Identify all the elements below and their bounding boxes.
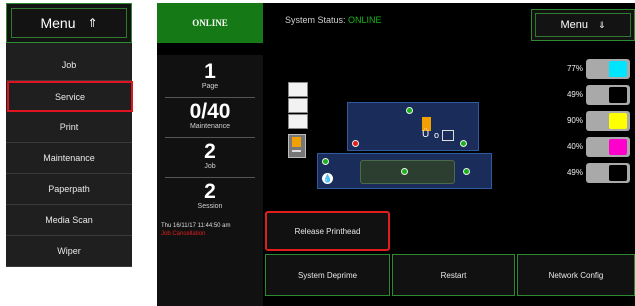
page-count: 1 xyxy=(204,60,216,83)
job-status-text: Job Cancellation xyxy=(161,231,206,237)
main-screen: ONLINE System Status: ONLINE Menu ⇓ 1 Pa… xyxy=(157,3,635,306)
ink-level-black-2: 49% xyxy=(553,163,633,185)
platen-unit: 💧 xyxy=(317,153,492,189)
job-label: Job xyxy=(204,163,216,170)
online-status-box: ONLINE xyxy=(157,3,263,43)
system-status-label: System Status: xyxy=(285,15,346,25)
system-status: System Status: ONLINE xyxy=(285,15,382,25)
ink-cartridge-icon xyxy=(586,85,630,105)
menu-button[interactable]: Menu ⇑ xyxy=(6,3,132,43)
menu-list: Job Service Print Maintenance Paperpath … xyxy=(6,50,133,267)
ink-percent: 90% xyxy=(566,116,583,125)
menu-button-inner: Menu ⇑ xyxy=(11,8,127,38)
paper-tray-icon xyxy=(288,98,308,113)
ink-level-yellow: 90% xyxy=(553,111,633,133)
arrow-down-icon: ⇓ xyxy=(597,19,606,30)
job-count: 2 xyxy=(204,140,216,163)
divider xyxy=(165,177,255,178)
carriage-symbol: Ü xyxy=(422,129,430,140)
menu-item-maintenance[interactable]: Maintenance xyxy=(6,143,132,174)
menu-item-job[interactable]: Job xyxy=(6,50,132,81)
ink-fill xyxy=(609,61,627,77)
platen-slot xyxy=(360,160,455,184)
ink-fill xyxy=(609,165,627,181)
printhead-carriage: Ü o xyxy=(347,102,479,151)
status-dot-icon xyxy=(352,140,359,147)
menu-item-service[interactable]: Service xyxy=(7,81,133,112)
date-time: Thu 16/11/17 11:44:50 am xyxy=(161,223,231,229)
status-dot-icon xyxy=(322,158,329,165)
page-label: Page xyxy=(201,83,219,90)
carriage-box xyxy=(442,130,454,141)
left-menu-panel: Menu ⇑ Job Service Print Maintenance Pap… xyxy=(6,3,133,267)
divider xyxy=(165,97,255,98)
counters-panel: 1 Page 0/40 Maintenance 2 Job 2 Session … xyxy=(157,55,263,306)
menu-dropdown-label: Menu xyxy=(560,19,588,31)
ink-drop-icon: 💧 xyxy=(322,173,333,184)
status-dot-icon xyxy=(460,140,467,147)
restart-button[interactable]: Restart xyxy=(392,254,515,296)
ink-fill xyxy=(609,139,627,155)
menu-item-print[interactable]: Print xyxy=(6,112,132,143)
maintenance-count: 0/40 xyxy=(189,100,231,123)
session-counter: 2 Session xyxy=(157,180,263,211)
ink-percent: 40% xyxy=(566,142,583,151)
release-printhead-button[interactable]: Release Printhead xyxy=(265,211,390,251)
ink-percent: 49% xyxy=(566,90,583,99)
ink-percent: 49% xyxy=(566,168,583,177)
ink-cartridge-icon xyxy=(586,137,630,157)
system-status-value: ONLINE xyxy=(348,15,382,25)
menu-button-label: Menu xyxy=(40,15,76,31)
system-deprime-button[interactable]: System Deprime xyxy=(265,254,390,296)
maintenance-label: Maintenance xyxy=(189,123,231,130)
cartridge-bar xyxy=(292,150,301,152)
network-config-button[interactable]: Network Config xyxy=(517,254,635,296)
session-count: 2 xyxy=(204,180,216,203)
status-dot-icon xyxy=(463,168,470,175)
ink-cartridge-icon xyxy=(586,111,630,131)
cartridge-icon xyxy=(288,134,306,158)
maintenance-counter: 0/40 Maintenance xyxy=(157,100,263,131)
arrow-up-icon: ⇑ xyxy=(87,16,98,30)
paper-tray-stack xyxy=(288,82,308,130)
menu-item-paperpath[interactable]: Paperpath xyxy=(6,174,132,205)
status-dot-icon xyxy=(406,107,413,114)
menu-item-media-scan[interactable]: Media Scan xyxy=(6,205,132,236)
cartridge-body xyxy=(292,137,301,147)
ink-fill xyxy=(609,113,627,129)
job-counter: 2 Job xyxy=(157,140,263,171)
menu-item-wiper[interactable]: Wiper xyxy=(6,236,132,267)
status-dot-icon xyxy=(401,168,408,175)
ink-percent: 77% xyxy=(566,64,583,73)
divider xyxy=(165,137,255,138)
ink-cartridge-icon xyxy=(586,59,630,79)
ink-level-magenta: 40% xyxy=(553,137,633,159)
carriage-symbol: o xyxy=(434,130,440,140)
menu-dropdown-inner: Menu ⇓ xyxy=(535,13,631,37)
session-label: Session xyxy=(197,203,223,210)
ink-level-black: 49% xyxy=(553,85,633,107)
paper-tray-icon xyxy=(288,82,308,97)
menu-dropdown-button[interactable]: Menu ⇓ xyxy=(531,9,635,41)
ink-fill xyxy=(609,87,627,103)
ink-level-cyan: 77% xyxy=(553,59,633,81)
page-counter: 1 Page xyxy=(157,60,263,91)
ink-cartridge-icon xyxy=(586,163,630,183)
paper-tray-icon xyxy=(288,114,308,129)
